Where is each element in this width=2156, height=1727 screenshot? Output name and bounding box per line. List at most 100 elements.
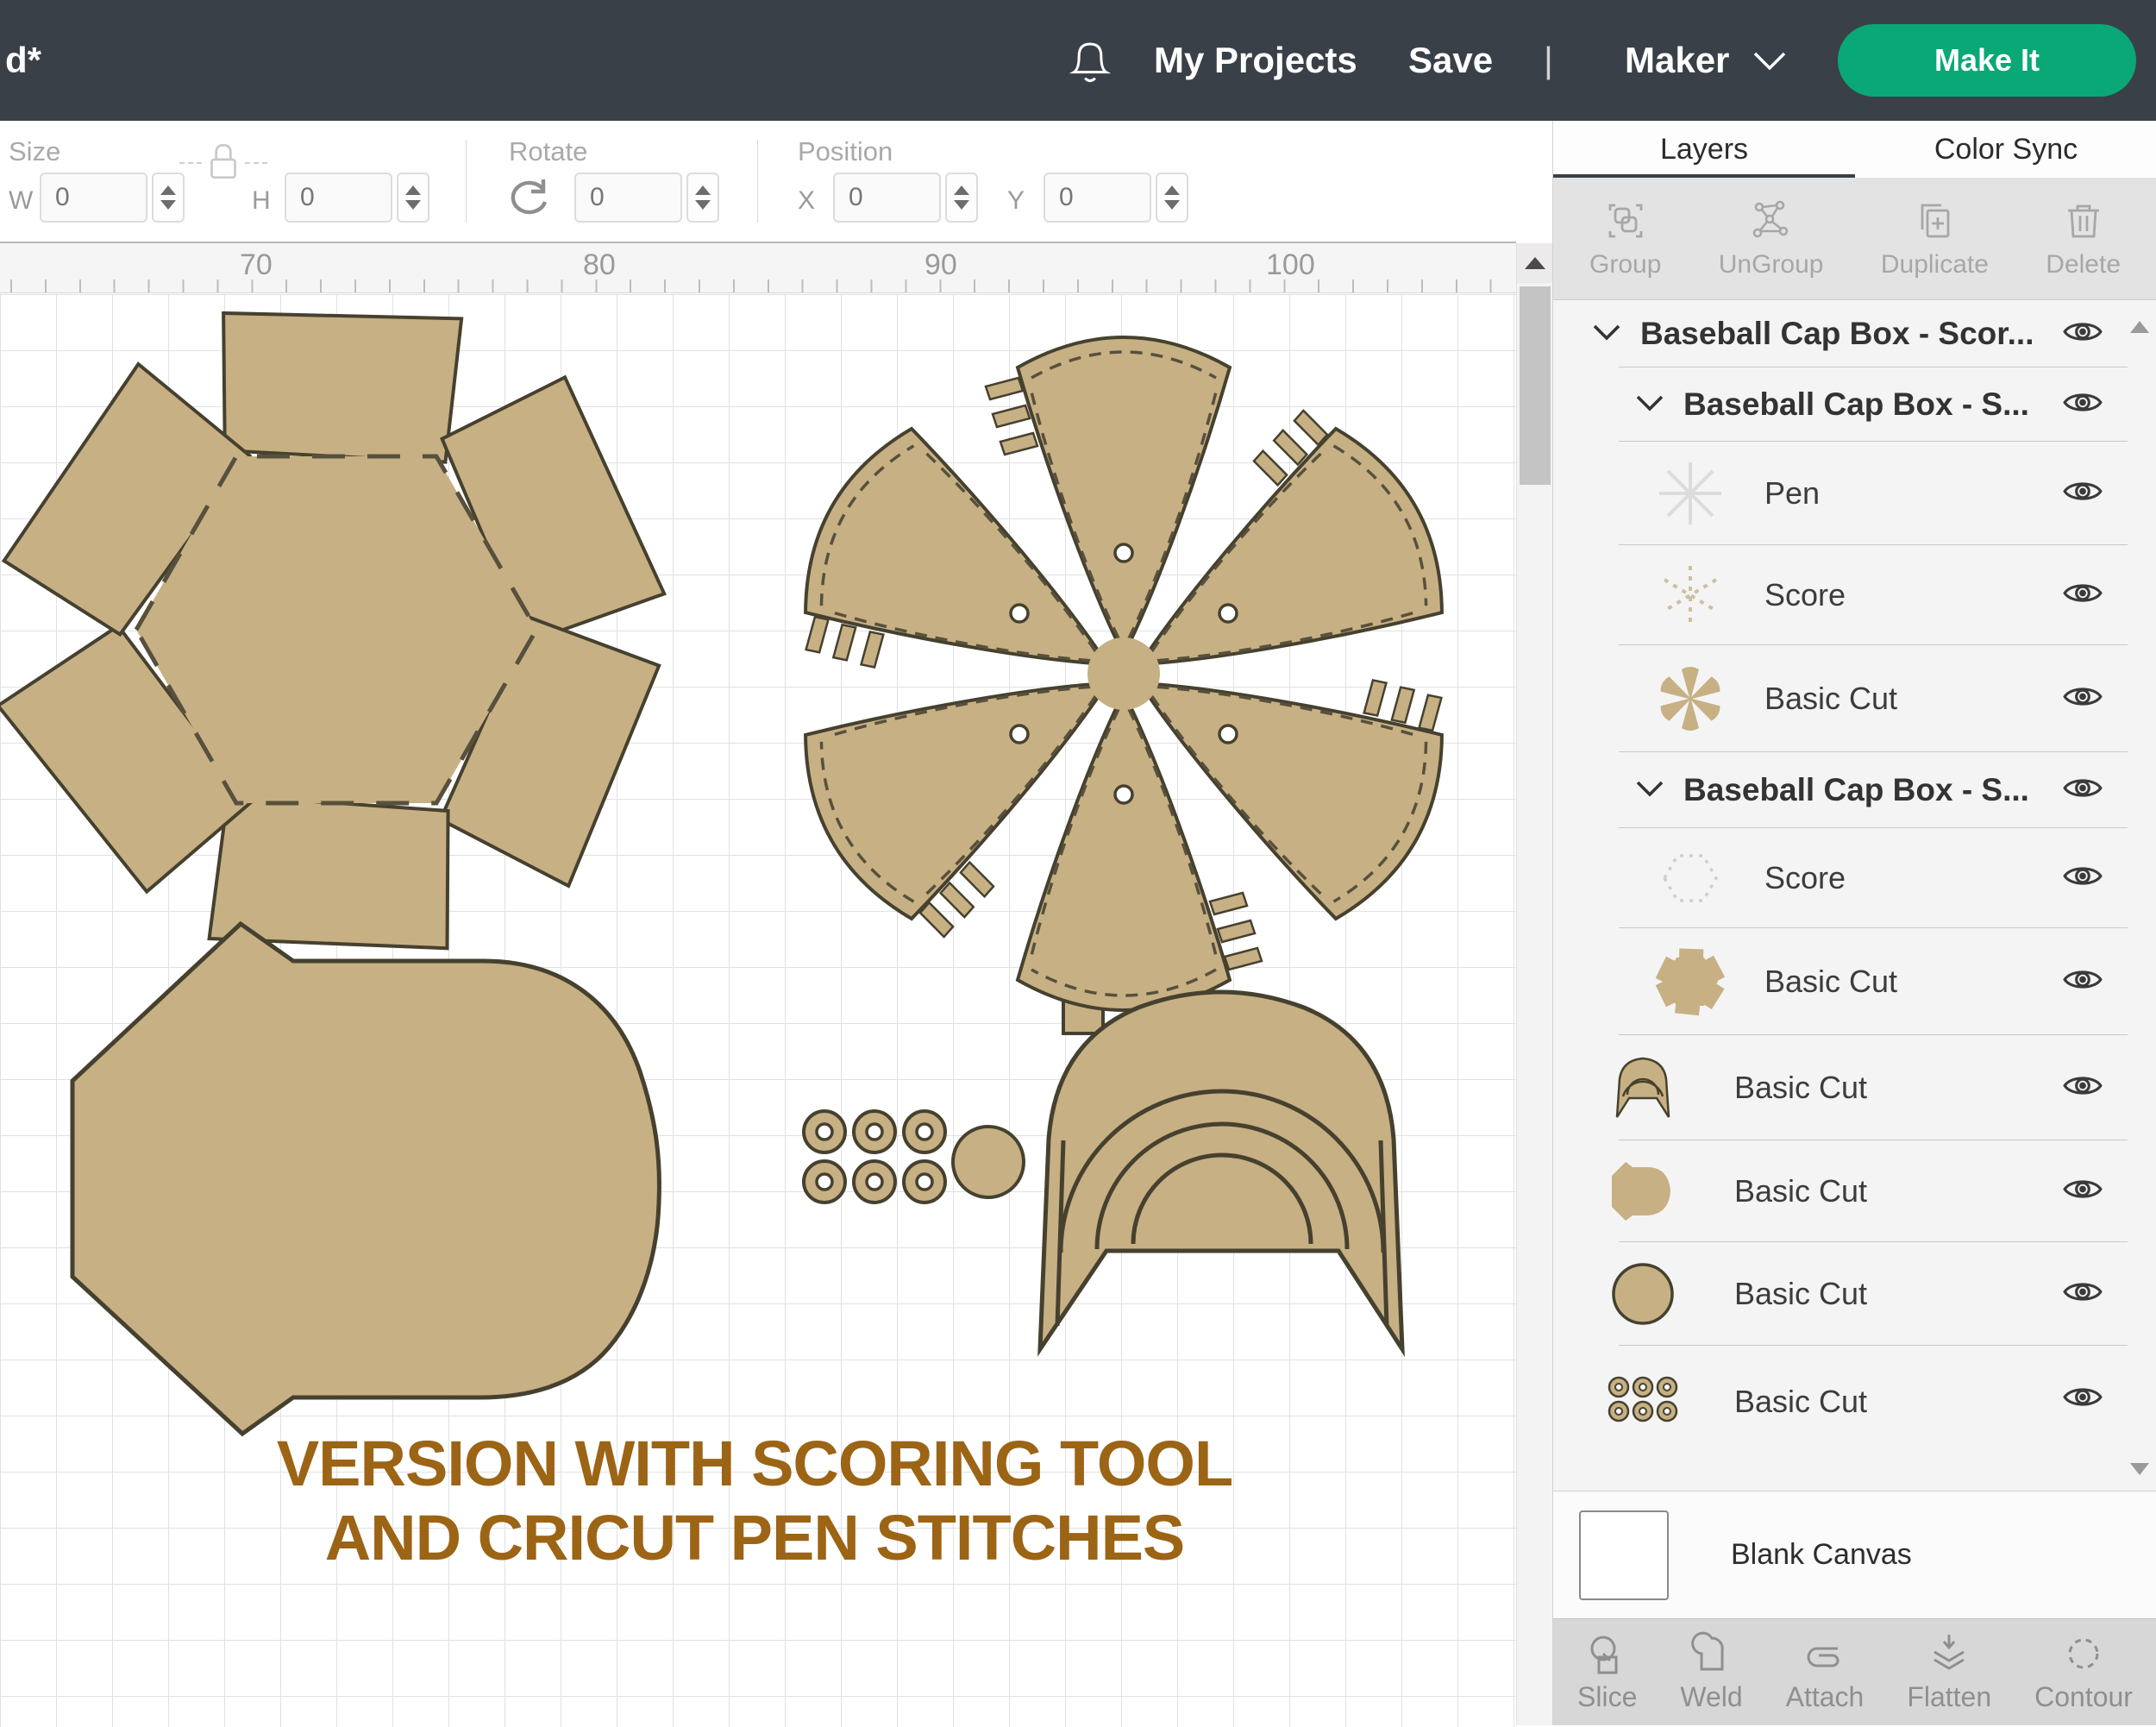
layer-row[interactable]: Basic Cut [1553, 1346, 2156, 1491]
x-stepper[interactable] [945, 173, 978, 223]
canvas-scrollbar[interactable] [1516, 243, 1552, 1725]
rotate-stepper[interactable] [686, 173, 719, 223]
slice-icon [1584, 1631, 1631, 1678]
layer-label: Basic Cut [1734, 1173, 1867, 1209]
layer-thumbnail-crown-cut [1652, 661, 1728, 737]
visibility-eye-icon[interactable] [2062, 862, 2103, 895]
hexagon-box-shape[interactable] [0, 306, 665, 955]
y-input[interactable] [1044, 173, 1151, 223]
attach-icon [1802, 1631, 1848, 1678]
machine-selector[interactable]: Maker [1625, 0, 1729, 121]
layer-row[interactable]: Basic Cut [1553, 1035, 2156, 1140]
group-icon [1603, 198, 1648, 243]
blank-canvas-swatch[interactable] [1579, 1510, 1669, 1600]
layer-row[interactable]: Basic Cut [1553, 1242, 2156, 1346]
visor-shape[interactable] [1040, 992, 1402, 1349]
delete-button[interactable]: Delete [2046, 178, 2121, 299]
chevron-down-icon[interactable] [1635, 393, 1664, 417]
layer-label: Score [1764, 860, 1846, 896]
duplicate-button[interactable]: Duplicate [1881, 178, 1989, 299]
attach-button[interactable]: Attach [1786, 1619, 1865, 1725]
layer-thumbnail-visor-cut [1605, 1050, 1681, 1126]
layer-thumbnail-eyelets-cut [1605, 1361, 1681, 1437]
layer-group-row[interactable]: Baseball Cap Box - S... [1553, 367, 2156, 442]
y-label: Y [1007, 186, 1025, 216]
chevron-down-icon[interactable] [1635, 779, 1664, 802]
visibility-eye-icon[interactable] [2062, 1278, 2103, 1311]
save-link[interactable]: Save [1408, 0, 1493, 121]
visibility-eye-icon[interactable] [2062, 1071, 2103, 1105]
height-input[interactable] [285, 173, 392, 223]
layer-label: Basic Cut [1764, 681, 1897, 717]
chevron-down-icon[interactable] [1752, 50, 1787, 77]
layer-group-row[interactable]: Baseball Cap Box - S... [1553, 752, 2156, 828]
weld-icon [1688, 1631, 1734, 1678]
rotate-label: Rotate [509, 136, 587, 167]
visibility-eye-icon[interactable] [2062, 1175, 2103, 1209]
layer-group-row[interactable]: Baseball Cap Box - Scor... [1553, 300, 2156, 367]
visibility-eye-icon[interactable] [2062, 317, 2103, 351]
x-input[interactable] [833, 173, 941, 223]
layer-thumbnail-side-panel-cut [1605, 1153, 1681, 1229]
contour-button[interactable]: Contour [2034, 1619, 2133, 1725]
make-it-button[interactable]: Make It [1838, 24, 2136, 97]
flatten-icon [1926, 1631, 1972, 1678]
flatten-button[interactable]: Flatten [1907, 1619, 1991, 1725]
layer-row[interactable]: Basic Cut [1553, 1140, 2156, 1242]
layer-label: Basic Cut [1764, 964, 1897, 1000]
width-label: W [9, 186, 33, 216]
my-projects-link[interactable]: My Projects [1154, 0, 1357, 121]
panel-scroll-up-icon[interactable] [2130, 321, 2149, 333]
weld-button[interactable]: Weld [1680, 1619, 1742, 1725]
layer-row[interactable]: Score [1553, 545, 2156, 645]
height-label: H [252, 186, 271, 216]
header-divider: | [1544, 0, 1553, 121]
tab-color-sync[interactable]: Color Sync [1855, 121, 2156, 178]
cap-crown-shape[interactable] [763, 337, 1483, 1033]
layer-row[interactable]: Basic Cut [1553, 645, 2156, 752]
design-canvas[interactable]: 70 80 90 100 [0, 242, 1516, 1725]
panel-scroll-down-icon[interactable] [2130, 1463, 2149, 1475]
visibility-eye-icon[interactable] [2062, 1383, 2103, 1416]
side-panel-shape[interactable] [72, 924, 659, 1434]
ungroup-button[interactable]: UnGroup [1719, 178, 1824, 299]
height-stepper[interactable] [397, 173, 429, 223]
lock-aspect-icon[interactable] [204, 140, 243, 189]
size-label: Size [9, 136, 60, 167]
top-button-circle-shape[interactable] [953, 1127, 1024, 1197]
scrollbar-thumb[interactable] [1520, 286, 1551, 485]
layer-list: Baseball Cap Box - Scor... Baseball Cap … [1553, 300, 2156, 1491]
chevron-down-icon[interactable] [1592, 323, 1621, 346]
edit-toolbar: Size W H Rotate Position X Y [0, 121, 1552, 242]
canvas-caption-text[interactable]: VERSION WITH SCORING TOOL AND CRICUT PEN… [216, 1427, 1294, 1575]
layer-actions-bar: Group UnGroup Duplicate Delete [1553, 178, 2156, 300]
notifications-bell-icon[interactable] [1068, 38, 1112, 91]
duplicate-icon [1912, 198, 1957, 243]
blank-canvas-label: Blank Canvas [1731, 1538, 1912, 1572]
layer-label: Basic Cut [1734, 1070, 1867, 1106]
tab-layers[interactable]: Layers [1553, 121, 1855, 178]
visibility-eye-icon[interactable] [2062, 774, 2103, 807]
visibility-eye-icon[interactable] [2062, 965, 2103, 999]
layer-thumbnail-score-lines [1652, 557, 1728, 633]
blank-canvas-row[interactable]: Blank Canvas [1553, 1491, 2156, 1618]
group-label: Baseball Cap Box - S... [1683, 386, 2029, 423]
group-button[interactable]: Group [1589, 178, 1661, 299]
group-label: Baseball Cap Box - S... [1683, 772, 2029, 808]
visibility-eye-icon[interactable] [2062, 682, 2103, 716]
layer-row[interactable]: Basic Cut [1553, 928, 2156, 1035]
slice-button[interactable]: Slice [1577, 1619, 1637, 1725]
scroll-up-button[interactable] [1517, 243, 1553, 283]
layer-label: Pen [1764, 475, 1820, 512]
eyelets-shape[interactable] [804, 1111, 945, 1203]
width-input[interactable] [40, 173, 147, 223]
layer-row[interactable]: Score [1553, 828, 2156, 928]
visibility-eye-icon[interactable] [2062, 477, 2103, 511]
visibility-eye-icon[interactable] [2062, 579, 2103, 612]
layer-row[interactable]: Pen [1553, 442, 2156, 545]
visibility-eye-icon[interactable] [2062, 388, 2103, 422]
width-stepper[interactable] [152, 173, 185, 223]
y-stepper[interactable] [1156, 173, 1188, 223]
rotate-input[interactable] [574, 173, 682, 223]
rotate-icon[interactable] [505, 178, 552, 225]
